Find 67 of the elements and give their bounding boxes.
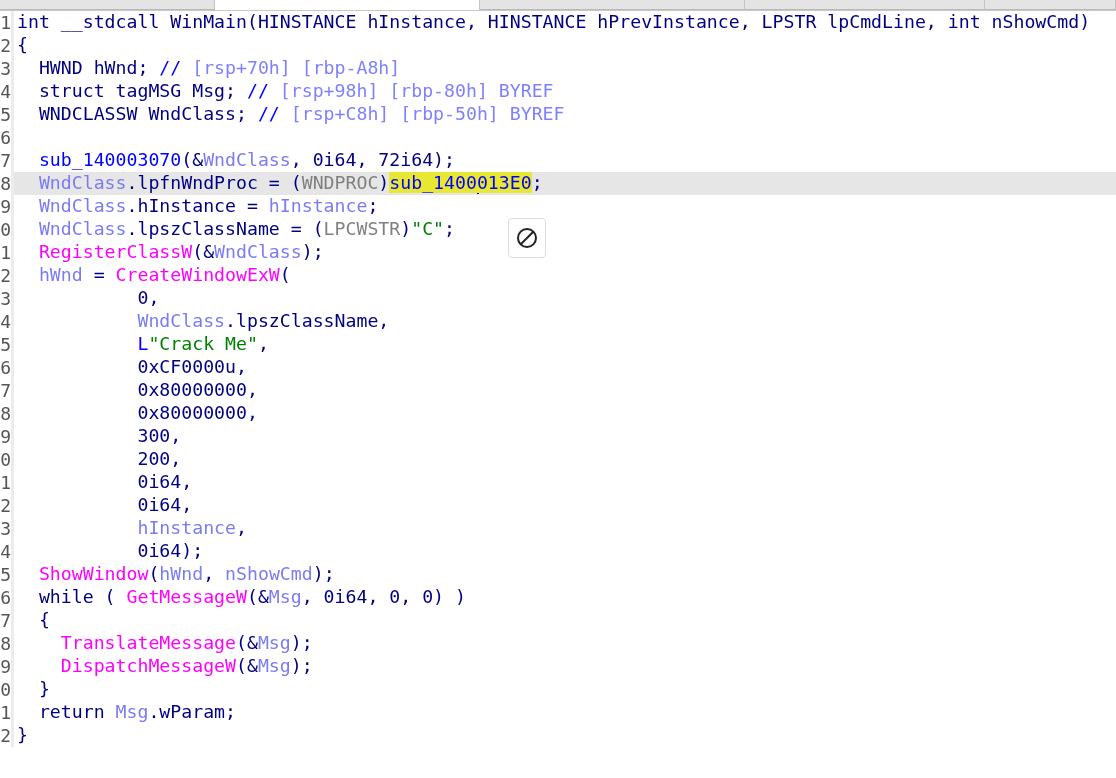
line-number: 2 [0, 494, 14, 517]
line-number: 1 [0, 701, 14, 724]
tab[interactable] [0, 0, 215, 10]
line-number: 5 [0, 333, 14, 356]
code-line: { [16, 34, 28, 57]
prohibited-icon [516, 227, 538, 249]
line-number: 5 [0, 563, 14, 586]
line-number: 4 [0, 540, 14, 563]
code-line: hWnd = CreateWindowExW( [37, 264, 291, 287]
code-line: WNDCLASSW WndClass; // [rsp+C8h] [rbp-50h] BYREF [37, 103, 565, 126]
code-line: return Msg.wParam; [37, 701, 237, 724]
code-line: DispatchMessageW(&Msg); [59, 655, 313, 678]
line-number: 2 [0, 34, 14, 57]
line-number: 3 [0, 57, 14, 80]
code-line: 0x80000000, [136, 402, 258, 425]
line-number: 4 [0, 80, 14, 103]
code-line: 0i64); [136, 540, 204, 563]
line-number: 0 [0, 218, 14, 241]
line-number: 2 [0, 724, 14, 747]
code-line: sub_140003070(&WndClass, 0i64, 72i64); [37, 149, 455, 172]
line-number: 9 [0, 425, 14, 448]
code-line: hInstance, [136, 517, 247, 540]
line-number: 7 [0, 609, 14, 632]
line-number: 1 [0, 471, 14, 494]
code-line: 0xCF0000u, [136, 356, 247, 379]
code-line: 0, [136, 287, 160, 310]
code-line: TranslateMessage(&Msg); [59, 632, 313, 655]
tab[interactable] [985, 0, 1116, 10]
disable-button[interactable] [508, 218, 546, 258]
code-line: 0i64, [136, 494, 193, 517]
line-number: 2 [0, 264, 14, 287]
tab[interactable] [745, 0, 985, 10]
code-line: 200, [136, 448, 182, 471]
code-line: 300, [136, 425, 182, 448]
code-line: ShowWindow(hWnd, nShowCmd); [37, 563, 335, 586]
line-number: 1 [0, 241, 14, 264]
code-line: } [37, 678, 50, 701]
line-number: 7 [0, 379, 14, 402]
line-number: 9 [0, 195, 14, 218]
code-line: RegisterClassW(&WndClass); [37, 241, 324, 264]
code-line: 0x80000000, [136, 379, 258, 402]
line-number: 8 [0, 402, 14, 425]
line-number: 8 [0, 632, 14, 655]
line-number: 1 [0, 11, 14, 34]
line-number: 6 [0, 356, 14, 379]
code-line: 0i64, [136, 471, 193, 494]
line-number: 3 [0, 287, 14, 310]
line-number: 4 [0, 310, 14, 333]
line-number: 5 [0, 103, 14, 126]
tab[interactable] [215, 0, 480, 10]
code-line: int __stdcall WinMain(HINSTANCE hInstance, HINSTANCE hPrevInstance, LPSTR lpCmdLine, int nShowCmd) [16, 11, 1091, 34]
line-number: 6 [0, 126, 14, 149]
line-number: 0 [0, 448, 14, 471]
code-line: while ( GetMessageW(&Msg, 0i64, 0, 0) ) [37, 586, 466, 609]
tab[interactable] [480, 0, 745, 10]
line-number: 3 [0, 517, 14, 540]
code-line: WndClass.hInstance = hInstance; [37, 195, 379, 218]
line-number: 9 [0, 655, 14, 678]
code-line: struct tagMSG Msg; // [rsp+98h] [rbp-80h] BYREF [37, 80, 554, 103]
code-line: } [16, 724, 28, 747]
code-line: WndClass.lpszClassName, [136, 310, 390, 333]
line-number: 0 [0, 678, 14, 701]
code-line: WndClass.lpszClassName = (LPCWSTR)"C"; [37, 218, 456, 241]
line-number: 6 [0, 586, 14, 609]
code-line: HWND hWnd; // [rsp+70h] [rbp-A8h] [37, 57, 401, 80]
code-line: L"Crack Me", [136, 333, 269, 356]
code-line: { [37, 609, 50, 632]
